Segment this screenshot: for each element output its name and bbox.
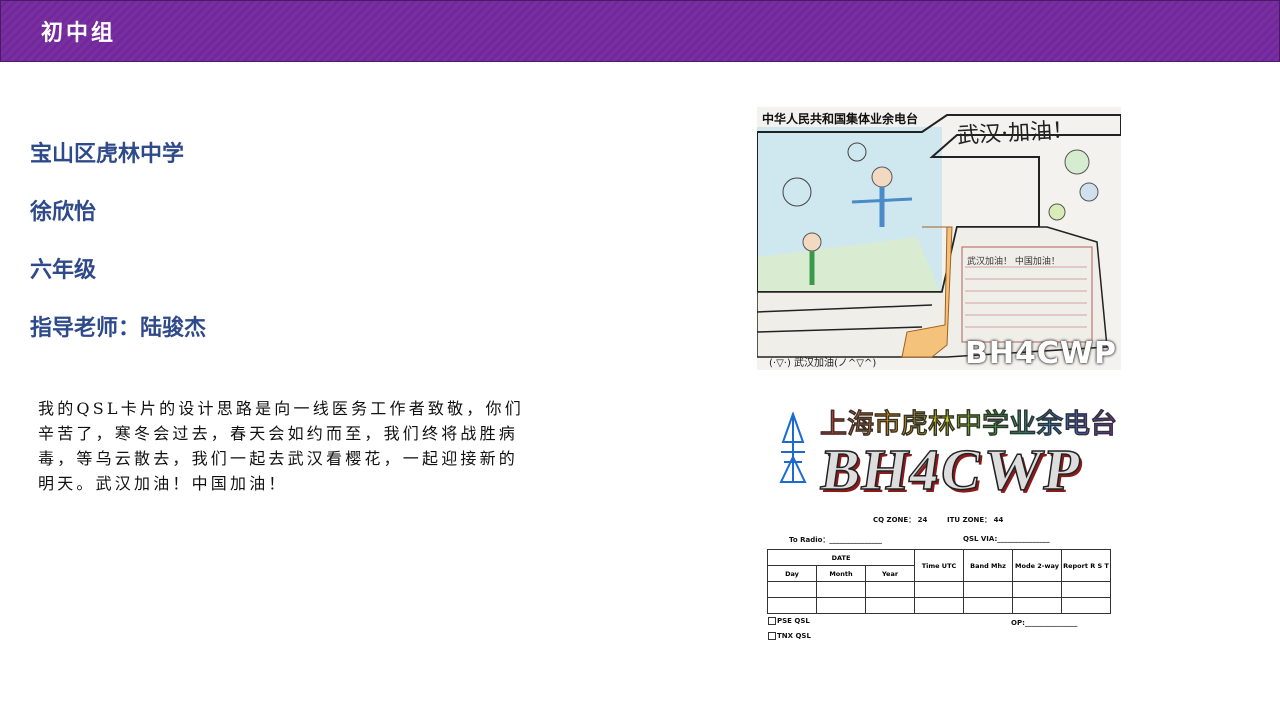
tnx-qsl-checkbox: TNX QSL xyxy=(768,632,811,640)
antenna-logo-icon xyxy=(779,412,807,483)
day-header: Day xyxy=(767,565,817,582)
band-header: Band Mhz xyxy=(963,549,1013,582)
page-title: 初中组 xyxy=(41,20,117,46)
drawing-illustration xyxy=(757,114,1121,358)
qsl-callsign: BH4CWP xyxy=(817,436,1088,503)
mode-header: Mode 2-way xyxy=(1012,549,1062,582)
qsl-via-field: QSL VIA:_______________ xyxy=(963,535,1050,543)
table-row xyxy=(767,581,1111,598)
drawing-callsign: BH4CWP xyxy=(965,336,1117,370)
date-header: DATE xyxy=(767,549,915,566)
drawing-title: 中华人民共和国集体业余电台 xyxy=(762,112,919,126)
drawing-card-image: 中华人民共和国集体业余电台 武汉·加油！ 武汉加油！ 中国加油！ (·▽·) 武… xyxy=(757,107,1121,370)
checkbox-icon xyxy=(768,617,776,625)
pse-qsl-checkbox: PSE QSL xyxy=(768,617,810,625)
qsl-card: 上海市虎林中学业余电台 BH4CWP CQ ZONE： 24 ITU ZONE：… xyxy=(760,398,1120,648)
header-bar: 初中组 xyxy=(0,0,1280,62)
year-header: Year xyxy=(865,565,915,582)
student-name: 徐欣怡 xyxy=(30,199,97,225)
op-field: OP:_______________ xyxy=(1011,619,1078,627)
table-row xyxy=(767,597,1111,614)
drawing-note: 武汉加油！ 中国加油！ xyxy=(967,257,1060,267)
grade-label: 六年级 xyxy=(30,257,97,283)
report-header: Report R S T xyxy=(1061,549,1111,582)
qso-log-table: DATE Time UTC Band Mhz Mode 2-way Report… xyxy=(767,549,1111,614)
cq-zone: CQ ZONE： 24 xyxy=(873,516,928,524)
checkbox-icon xyxy=(768,632,776,640)
month-header: Month xyxy=(816,565,866,582)
drawing-slogan: 武汉·加油！ xyxy=(956,117,1075,150)
time-header: Time UTC xyxy=(914,549,964,582)
drawing-signature: (·▽·) 武汉加油(ノ^▽^) xyxy=(769,358,877,369)
school-name: 宝山区虎林中学 xyxy=(30,141,185,167)
teacher-label: 指导老师：陆骏杰 xyxy=(30,315,207,341)
itu-zone: ITU ZONE： 44 xyxy=(947,516,1004,524)
design-description: 我的QSL卡片的设计思路是向一线医务工作者致敬，你们辛苦了，寒冬会过去，春天会如… xyxy=(38,399,524,493)
to-radio-field: To Radio：_______________ xyxy=(789,536,882,544)
